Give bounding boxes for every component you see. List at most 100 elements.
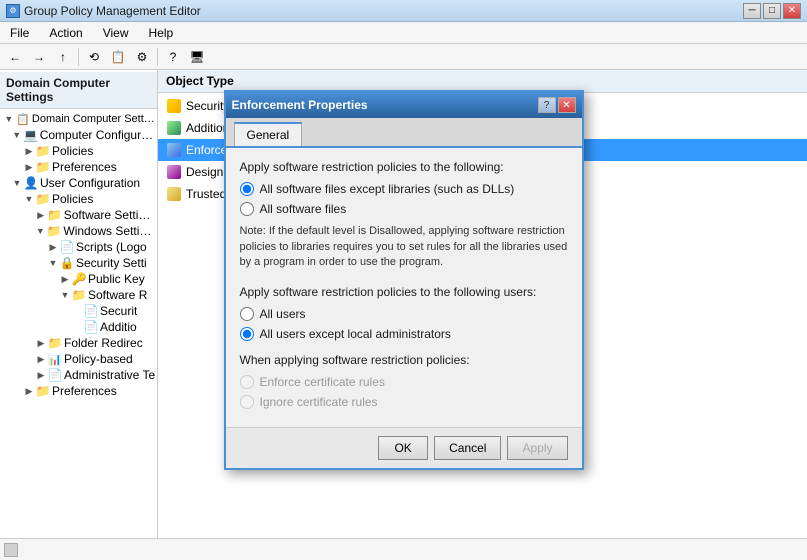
tree-computer-config[interactable]: ▼ 💻 Computer Configuratio xyxy=(0,127,157,143)
radio-option-enforce-cert: Enforce certificate rules xyxy=(240,375,568,389)
toolbar-view[interactable]: 🖥 xyxy=(186,47,208,67)
tree-label: Securit xyxy=(100,304,137,318)
menu-help[interactable]: Help xyxy=(143,24,180,42)
radio-label-all-files: All software files xyxy=(260,202,347,216)
ok-button[interactable]: OK xyxy=(378,436,428,460)
menu-file[interactable]: File xyxy=(4,24,35,42)
minimize-button[interactable]: ─ xyxy=(743,3,761,19)
folder-icon: 📁 xyxy=(36,384,50,398)
tree-user-config[interactable]: ▼ 👤 User Configuration xyxy=(0,175,157,191)
radio-all-except-libraries[interactable] xyxy=(240,182,254,196)
expand-icon[interactable]: ▼ xyxy=(46,256,60,270)
toolbar-forward[interactable]: → xyxy=(28,47,50,67)
section1-label: Apply software restriction policies to t… xyxy=(240,160,568,174)
modal-tabs: General xyxy=(226,118,582,148)
toolbar-up[interactable]: ↑ xyxy=(52,47,74,67)
expand-icon[interactable]: ▶ xyxy=(58,272,72,286)
tree-admin-templates[interactable]: ▶ 📄 Administrative Te xyxy=(0,367,157,383)
tree-label: Administrative Te xyxy=(64,368,155,382)
radio-all-software-files[interactable] xyxy=(240,202,254,216)
tree-user-policies[interactable]: ▼ 📁 Policies xyxy=(0,191,157,207)
title-bar-controls[interactable]: ─ □ ✕ xyxy=(743,3,801,19)
menu-view[interactable]: View xyxy=(97,24,135,42)
folder-icon: 📁 xyxy=(36,160,50,174)
toolbar-properties[interactable]: 📋 xyxy=(107,47,129,67)
toolbar-back[interactable]: ← xyxy=(4,47,26,67)
expand-icon[interactable]: ▶ xyxy=(22,144,36,158)
chart-icon: 📊 xyxy=(48,352,62,366)
tree-user-preferences[interactable]: ▶ 📁 Preferences xyxy=(0,383,157,399)
expand-icon[interactable]: ▼ xyxy=(22,192,36,206)
tab-general[interactable]: General xyxy=(234,122,303,146)
section3-label: When applying software restriction polic… xyxy=(240,353,568,367)
radio-option-ignore-cert: Ignore certificate rules xyxy=(240,395,568,409)
expand-icon[interactable]: ▼ xyxy=(33,224,47,238)
menu-bar: File Action View Help xyxy=(0,22,807,44)
radio-label-all-users: All users xyxy=(260,307,306,321)
radio-label-all-except-libs: All software files except libraries (suc… xyxy=(260,182,515,196)
tree-security-levels[interactable]: 📄 Securit xyxy=(0,303,157,319)
tree-label: Security Setti xyxy=(76,256,147,270)
tree-computer-policies[interactable]: ▶ 📁 Policies xyxy=(0,143,157,159)
apply-button[interactable]: Apply xyxy=(507,436,567,460)
expand-icon[interactable]: ▼ xyxy=(2,112,16,126)
item-icon: 📄 xyxy=(84,320,98,334)
radio-all-users[interactable] xyxy=(240,307,254,321)
radio-label-except-admins: All users except local administrators xyxy=(260,327,451,341)
menu-action[interactable]: Action xyxy=(43,24,88,42)
tree-label: Policy-based xyxy=(64,352,133,366)
tree-additional-rules[interactable]: 📄 Additio xyxy=(0,319,157,335)
section1-note: Note: If the default level is Disallowed… xyxy=(240,224,568,270)
tree-folder-redirect[interactable]: ▶ 📁 Folder Redirec xyxy=(0,335,157,351)
expand-icon[interactable]: ▶ xyxy=(46,240,60,254)
tree-public-key[interactable]: ▶ 🔑 Public Key xyxy=(0,271,157,287)
radio-label-enforce-cert: Enforce certificate rules xyxy=(260,375,385,389)
modal-close-button[interactable]: ✕ xyxy=(558,97,576,113)
tree-policy-based[interactable]: ▶ 📊 Policy-based xyxy=(0,351,157,367)
expand-icon[interactable]: ▶ xyxy=(34,368,48,382)
expand-icon[interactable]: ▶ xyxy=(34,352,48,366)
toolbar-help[interactable]: ? xyxy=(162,47,184,67)
maximize-button[interactable]: □ xyxy=(763,3,781,19)
modal-controls: ? ✕ xyxy=(538,97,576,113)
tree-scripts[interactable]: ▶ 📄 Scripts (Logo xyxy=(0,239,157,255)
app-title: Group Policy Management Editor xyxy=(24,4,201,18)
toolbar: ← → ↑ ⟲ 📋 ⚙ ? 🖥 xyxy=(0,44,807,70)
additional-rules-icon xyxy=(166,120,182,136)
radio-option-all-except-libs: All software files except libraries (suc… xyxy=(240,182,568,196)
expand-icon[interactable]: ▶ xyxy=(22,160,36,174)
toolbar-separator-1 xyxy=(78,48,79,66)
radio-ignore-cert xyxy=(240,395,254,409)
expand-icon[interactable]: ▶ xyxy=(22,384,36,398)
tree-domain-computer-settings[interactable]: ▼ 📋 Domain Computer Settings xyxy=(0,111,157,127)
scroll-indicator xyxy=(4,543,18,557)
expand-icon xyxy=(70,304,84,318)
folder-icon: 📁 xyxy=(48,336,62,350)
tree-windows-settings[interactable]: ▼ 📁 Windows Settings xyxy=(0,223,157,239)
expand-icon[interactable]: ▶ xyxy=(34,208,48,222)
expand-icon[interactable]: ▼ xyxy=(10,176,24,190)
app-icon: ⚙ xyxy=(6,4,20,18)
tree-label: User Configuration xyxy=(40,176,140,190)
status-bar xyxy=(0,538,807,560)
tree-software-restriction[interactable]: ▼ 📁 Software R xyxy=(0,287,157,303)
expand-icon[interactable]: ▼ xyxy=(58,288,72,302)
tree-label: Preferences xyxy=(52,384,117,398)
tree-software-settings[interactable]: ▶ 📁 Software Settings xyxy=(0,207,157,223)
expand-icon[interactable]: ▶ xyxy=(34,336,48,350)
tree-computer-preferences[interactable]: ▶ 📁 Preferences xyxy=(0,159,157,175)
tree-label: Public Key xyxy=(88,272,145,286)
sidebar: Domain Computer Settings ▼ 📋 Domain Comp… xyxy=(0,70,158,538)
toolbar-settings[interactable]: ⚙ xyxy=(131,47,153,67)
radio-all-except-admins[interactable] xyxy=(240,327,254,341)
modal-help-button[interactable]: ? xyxy=(538,97,556,113)
policy-icon: 📋 xyxy=(16,112,30,126)
toolbar-refresh[interactable]: ⟲ xyxy=(83,47,105,67)
tree-label: Windows Settings xyxy=(63,224,157,238)
expand-icon[interactable]: ▼ xyxy=(10,128,24,142)
cancel-button[interactable]: Cancel xyxy=(434,436,501,460)
close-button[interactable]: ✕ xyxy=(783,3,801,19)
toolbar-separator-2 xyxy=(157,48,158,66)
tree-security-settings[interactable]: ▼ 🔒 Security Setti xyxy=(0,255,157,271)
modal-title: Enforcement Properties xyxy=(232,98,368,112)
